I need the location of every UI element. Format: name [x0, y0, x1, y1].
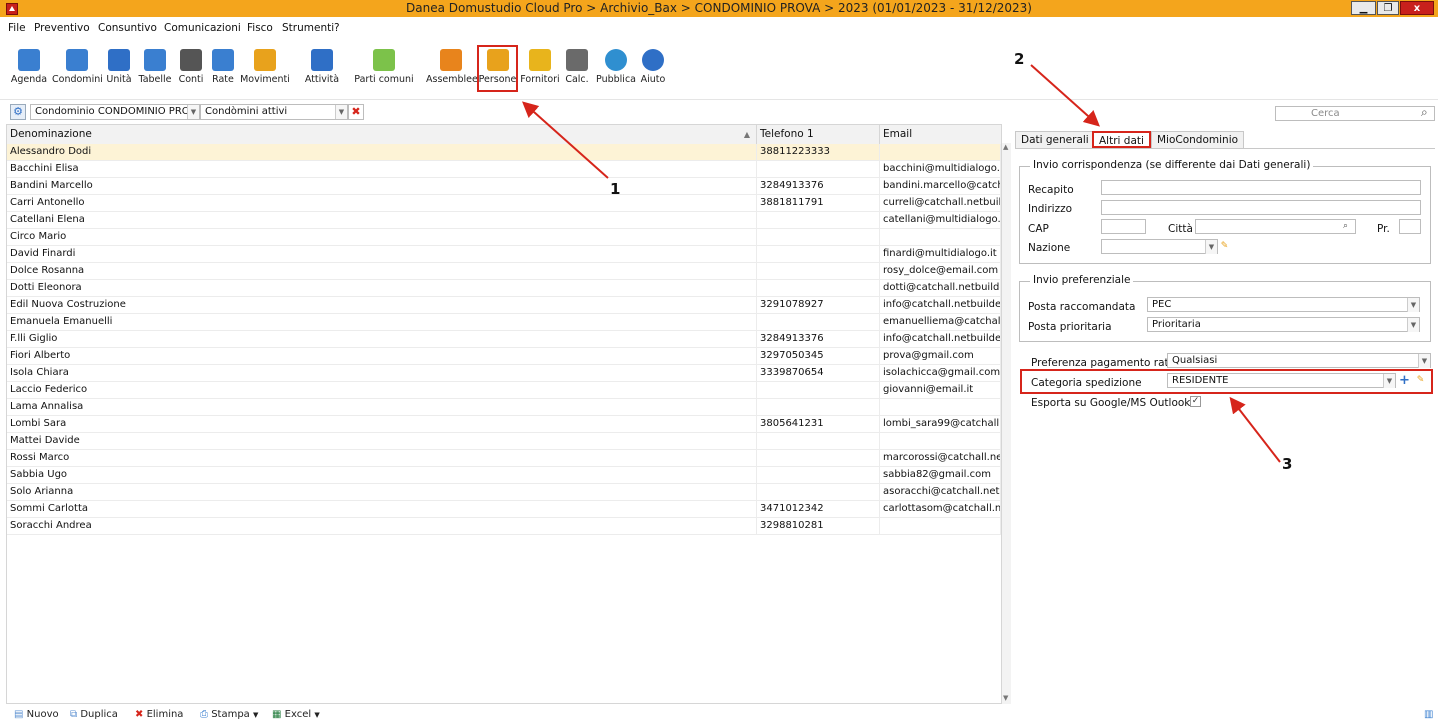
arrow-1: [522, 101, 609, 179]
arrow-2: [1030, 64, 1100, 127]
annotation-1: 1: [610, 180, 621, 198]
annotation-2: 2: [1014, 50, 1025, 68]
annotation-arrows: [522, 64, 1281, 463]
annotation-3: 3: [1282, 455, 1293, 473]
arrow-3: [1229, 396, 1281, 463]
